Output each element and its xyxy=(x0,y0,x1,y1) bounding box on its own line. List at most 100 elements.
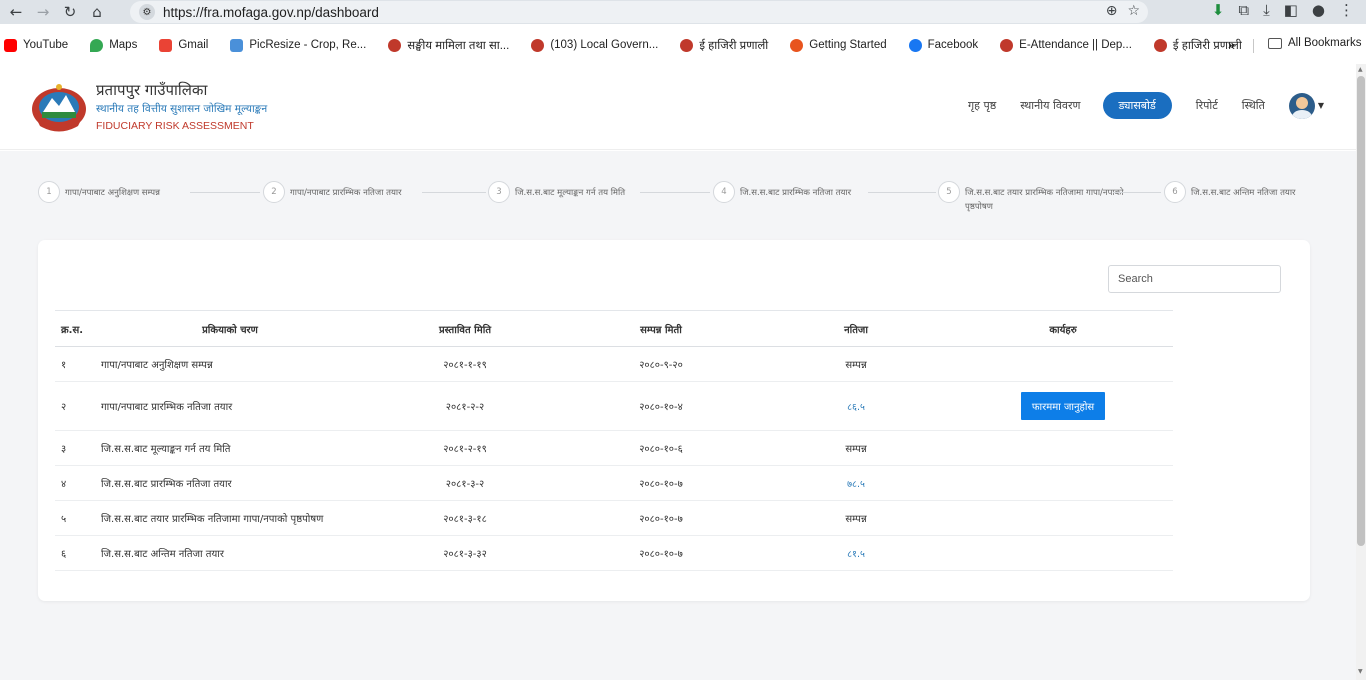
page-scrollbar[interactable]: ▲ ▼ xyxy=(1356,64,1366,680)
step-2: 2 गापा/नपाबाट प्रारम्भिक नतिजा तयार xyxy=(263,181,402,203)
step-connector xyxy=(1113,192,1161,193)
row-actions: फारममा जानुहोस xyxy=(953,381,1173,431)
downloads-icon[interactable]: ⤓ xyxy=(1263,1,1270,19)
process-table: क्र.स. प्रकियाको चरण प्रस्तावित मिति सम्… xyxy=(55,310,1173,571)
bookmark-local-govern[interactable]: (103) Local Govern... xyxy=(531,38,658,52)
bookmark-maps[interactable]: Maps xyxy=(90,38,137,52)
row-actions xyxy=(953,500,1173,536)
step-label: जि.स.स.बाट तयार प्रारम्भिक नतिजामा गापा/… xyxy=(965,188,1124,212)
bookmarks-divider xyxy=(1253,39,1254,53)
step-number: 5 xyxy=(938,181,960,203)
step-number: 1 xyxy=(38,181,60,203)
extensions-icon[interactable]: ⧉ xyxy=(1238,1,1249,19)
header-result[interactable]: नतिजा xyxy=(759,310,953,347)
step-number: 4 xyxy=(713,181,735,203)
more-bookmarks-button[interactable]: » xyxy=(1228,38,1235,52)
row-result: ८१.५ xyxy=(759,535,953,571)
step-3: 3 जि.स.स.बाट मूल्याङ्कन गर्न तय मिति xyxy=(488,181,625,203)
step-label: गापा/नपाबाट अनुशिक्षण सम्पन्न xyxy=(65,188,160,198)
nav-dashboard[interactable]: ड्यासबोर्ड xyxy=(1102,92,1172,119)
profile-icon[interactable]: ● xyxy=(1312,1,1325,19)
main-nav: गृह पृष्ठ स्थानीय विवरण ड्यासबोर्ड रिपोर… xyxy=(944,92,1324,119)
facebook-icon xyxy=(908,38,922,52)
browser-toolbar: ← → ↻ ⌂ ⚙ https://fra.mofaga.gov.np/dash… xyxy=(0,0,1366,24)
url-text[interactable]: https://fra.mofaga.gov.np/dashboard xyxy=(163,5,379,20)
table-row: १ गापा/नपाबाट अनुशिक्षण सम्पन्न २०८१-१-१… xyxy=(55,346,1173,382)
picresize-icon xyxy=(230,38,244,52)
site-info-icon[interactable]: ⚙ xyxy=(139,4,155,20)
gov-emblem-icon xyxy=(1153,38,1167,52)
app-header: प्रतापपुर गाउँपालिका स्थानीय तह वित्तीय … xyxy=(0,64,1356,150)
user-avatar[interactable] xyxy=(1288,92,1315,119)
row-completed-date: २०८०-१०-६ xyxy=(563,430,759,466)
bookmark-picresize[interactable]: PicResize - Crop, Re... xyxy=(230,38,366,52)
row-step: जि.स.स.बाट प्रारम्भिक नतिजा तयार xyxy=(93,465,367,501)
bookmark-gmail[interactable]: Gmail xyxy=(159,38,208,52)
gov-emblem-icon xyxy=(531,38,545,52)
back-icon[interactable]: ← xyxy=(5,1,27,23)
zoom-icon[interactable]: ⊕ xyxy=(1106,3,1118,19)
step-1: 1 गापा/नपाबाट अनुशिक्षण सम्पन्न xyxy=(38,181,160,203)
progress-stepper: 1 गापा/नपाबाट अनुशिक्षण सम्पन्न 2 गापा/न… xyxy=(38,181,1328,221)
result-score-link[interactable]: ८६.५ xyxy=(847,402,865,413)
step-connector xyxy=(422,192,486,193)
row-completed-date: २०८०-१०-७ xyxy=(563,535,759,571)
row-proposed-date: २०८१-२-२ xyxy=(367,381,563,431)
gov-emblem-icon xyxy=(680,38,694,52)
step-5: 5 जि.स.स.बाट तयार प्रारम्भिक नतिजामा गाप… xyxy=(938,181,1123,214)
bookmark-federal-affairs[interactable]: सङ्घीय मामिला तथा सा... xyxy=(388,38,509,53)
nav-home[interactable]: गृह पृष्ठ xyxy=(968,98,996,113)
row-index: १ xyxy=(55,346,93,382)
bookmark-youtube[interactable]: YouTube xyxy=(4,38,68,52)
bookmark-star-icon[interactable]: ☆ xyxy=(1127,3,1140,19)
row-actions xyxy=(953,535,1173,571)
step-label: जि.स.स.बाट मूल्याङ्कन गर्न तय मिति xyxy=(515,188,626,198)
reload-icon[interactable]: ↻ xyxy=(59,1,81,23)
header-idx[interactable]: क्र.स. xyxy=(55,310,93,347)
row-result: ७८.५ xyxy=(759,465,953,501)
row-index: ६ xyxy=(55,535,93,571)
gov-emblem-icon xyxy=(388,38,402,52)
home-icon[interactable]: ⌂ xyxy=(86,1,108,23)
address-bar[interactable]: ⚙ https://fra.mofaga.gov.np/dashboard ⊕ … xyxy=(130,1,1148,23)
side-panel-icon[interactable]: ◧ xyxy=(1284,1,1298,19)
step-number: 6 xyxy=(1164,181,1186,203)
table-row: ३ जि.स.स.बाट मूल्याङ्कन गर्न तय मिति २०८… xyxy=(55,430,1173,466)
nav-local-details[interactable]: स्थानीय विवरण xyxy=(1020,98,1080,113)
row-result: सम्पन्न xyxy=(759,500,953,536)
scroll-down-icon[interactable]: ▼ xyxy=(1358,668,1363,675)
search-input[interactable] xyxy=(1108,265,1281,293)
maps-icon xyxy=(90,38,104,52)
forward-icon[interactable]: → xyxy=(32,1,54,23)
row-result: ८६.५ xyxy=(759,381,953,431)
bookmark-e-hajiri[interactable]: ई हाजिरी प्रणाली xyxy=(680,38,768,53)
bookmark-getting-started[interactable]: Getting Started xyxy=(790,38,887,52)
nav-report[interactable]: रिपोर्ट xyxy=(1196,98,1218,113)
result-score-link[interactable]: ७८.५ xyxy=(847,479,865,490)
all-bookmarks-button[interactable]: All Bookmarks xyxy=(1268,37,1362,49)
row-completed-date: २०८०-१०-४ xyxy=(563,381,759,431)
nav-status[interactable]: स्थिति xyxy=(1242,98,1265,113)
chevron-down-icon[interactable]: ▼ xyxy=(1318,101,1324,110)
folder-icon xyxy=(1268,37,1282,49)
scroll-up-icon[interactable]: ▲ xyxy=(1358,66,1363,73)
header-step[interactable]: प्रकियाको चरण xyxy=(93,310,367,347)
step-number: 2 xyxy=(263,181,285,203)
download-extension-icon[interactable]: ⬇ xyxy=(1212,1,1225,19)
bookmarks-bar: YouTube Maps Gmail PicResize - Crop, Re.… xyxy=(0,34,1366,56)
row-actions xyxy=(953,346,1173,382)
header-completed-date[interactable]: सम्पन्न मिती xyxy=(563,310,759,347)
gov-emblem-icon xyxy=(1000,38,1014,52)
brand-english-title: FIDUCIARY RISK ASSESSMENT xyxy=(96,120,254,132)
go-to-form-button[interactable]: फारममा जानुहोस xyxy=(1020,392,1106,420)
bookmark-facebook[interactable]: Facebook xyxy=(908,38,978,52)
table-row: ६ जि.स.स.बाट अन्तिम नतिजा तयार २०८१-३-३२… xyxy=(55,535,1173,571)
row-proposed-date: २०८१-३-१८ xyxy=(367,500,563,536)
result-score-link[interactable]: ८१.५ xyxy=(847,549,865,560)
step-6: 6 जि.स.स.बाट अन्तिम नतिजा तयार xyxy=(1164,181,1296,203)
bookmark-e-attendance[interactable]: E-Attendance || Dep... xyxy=(1000,38,1132,52)
header-actions[interactable]: कार्यहरु xyxy=(953,310,1173,347)
header-proposed-date[interactable]: प्रस्तावित मिति xyxy=(367,310,563,347)
scrollbar-thumb[interactable] xyxy=(1357,76,1365,546)
menu-icon[interactable]: ⋮ xyxy=(1339,1,1354,19)
